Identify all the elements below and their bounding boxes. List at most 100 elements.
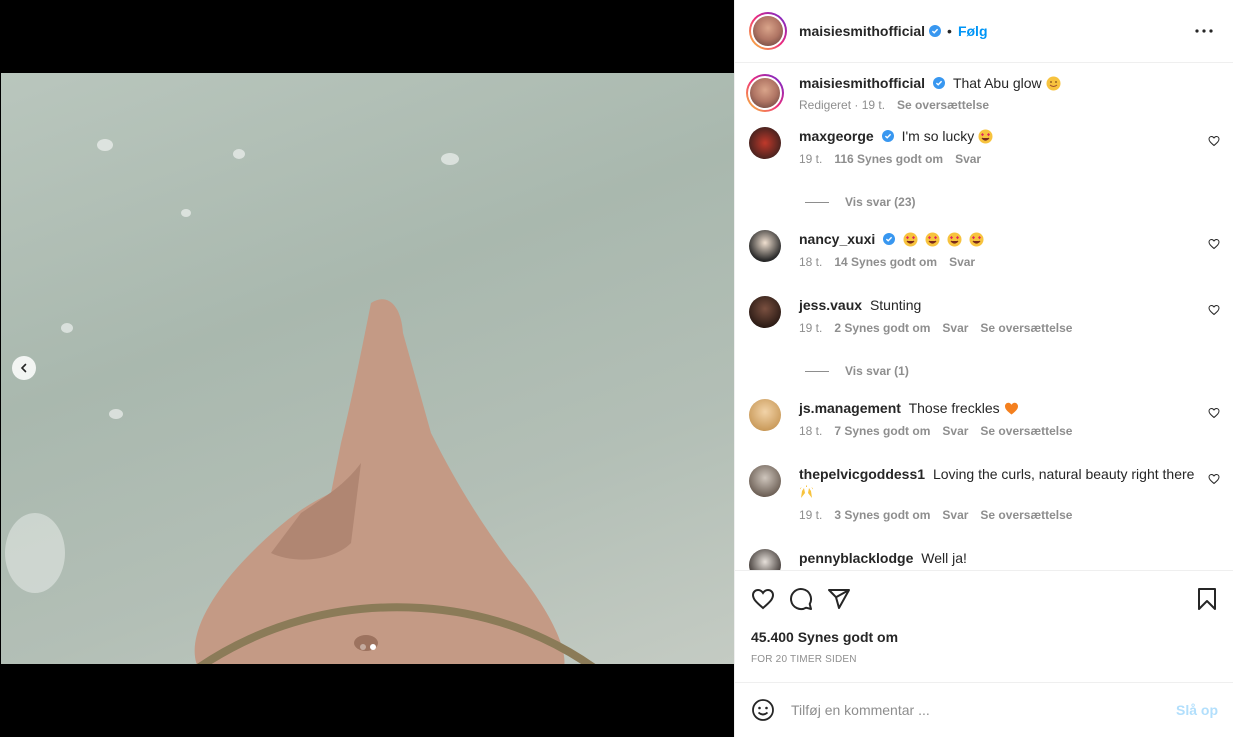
post-actions: 45.400 Synes godt om FOR 20 TIMER SIDEN (735, 570, 1233, 665)
translate-link[interactable]: Se oversættelse (980, 321, 1072, 335)
caption-text: That Abu glow (952, 75, 1042, 91)
post-side-panel: maisiesmithofficial • Følg maisiesmithof… (734, 0, 1233, 737)
more-options-icon[interactable] (1195, 29, 1213, 33)
water-highlight (5, 513, 65, 593)
emoji-icon[interactable] (751, 698, 775, 722)
post-time-ago: FOR 20 TIMER SIDEN (751, 654, 857, 665)
heart-icon[interactable] (1208, 407, 1220, 419)
comment-likes[interactable]: 2 Synes godt om (834, 321, 930, 335)
commenter-avatar[interactable] (749, 127, 781, 159)
reply-button[interactable]: Svar (942, 321, 968, 335)
verified-icon (881, 130, 894, 142)
orange-heart-emoji-icon (1004, 402, 1018, 415)
legs-illustration (194, 299, 596, 664)
translate-link[interactable]: Se oversættelse (980, 508, 1072, 522)
carousel-indicator (360, 644, 376, 650)
post-header: maisiesmithofficial • Følg (735, 0, 1233, 63)
comment-text: Stunting (869, 297, 922, 313)
post-viewer: maisiesmithofficial • Følg maisiesmithof… (0, 0, 1233, 737)
caption-username[interactable]: maisiesmithofficial (799, 75, 925, 91)
replies-line (805, 370, 829, 372)
carousel-dot (360, 644, 366, 650)
comment-likes[interactable]: 7 Synes godt om (834, 424, 930, 438)
comment-time: 19 t. (799, 152, 823, 166)
comment-text: Loving the curls, natural beauty right t… (932, 466, 1195, 482)
smiling-face-emoji-icon (1046, 76, 1061, 91)
reply-button[interactable]: Svar (955, 152, 981, 166)
post-comment-button[interactable]: Slå op (1176, 702, 1218, 718)
likes-count[interactable]: 45.400 Synes godt om (751, 629, 1218, 645)
follow-button[interactable]: Følg (958, 23, 988, 39)
comment-likes[interactable]: 116 Synes godt om (834, 152, 943, 166)
verified-icon (929, 25, 942, 37)
verified-icon (933, 77, 946, 89)
reply-button[interactable]: Svar (942, 508, 968, 522)
caption-edited-time: Redigeret · 19 t. (799, 98, 886, 112)
bookmark-icon[interactable] (1196, 587, 1218, 611)
commenter-username[interactable]: pennyblacklodge (799, 550, 913, 566)
comment-time: 18 t. (799, 255, 823, 269)
like-heart-icon[interactable] (751, 587, 775, 611)
comment-time: 19 t. (799, 508, 823, 522)
water-highlight (441, 153, 459, 165)
heart-icon[interactable] (1208, 473, 1220, 485)
replies-line (805, 201, 829, 203)
comment-item: thepelvicgoddess1 Loving the curls, natu… (749, 465, 1220, 549)
comment-likes[interactable]: 14 Synes godt om (834, 255, 937, 269)
carousel-dot-active (370, 644, 376, 650)
commenter-avatar[interactable] (749, 465, 781, 497)
water-highlight (181, 209, 191, 217)
author-username[interactable]: maisiesmithofficial (799, 23, 925, 39)
comments-list[interactable]: maisiesmithofficial That Abu glow Redige… (735, 63, 1233, 570)
comment-item: js.management Those freckles 18 t. 7 Syn… (749, 399, 1220, 465)
water-highlight (97, 139, 113, 151)
view-replies-button[interactable]: Vis svar (23) (805, 182, 1220, 222)
post-image[interactable] (1, 73, 734, 664)
comment-text: I'm so lucky (901, 128, 975, 144)
separator-dot: • (947, 23, 952, 39)
comment-text: Well ja! (921, 550, 967, 566)
view-replies-label: Vis svar (23) (845, 195, 916, 209)
heart-icon[interactable] (1208, 304, 1220, 316)
chevron-left-icon (20, 363, 27, 373)
raising-hands-emoji-icon (799, 485, 814, 498)
commenter-avatar[interactable] (749, 399, 781, 431)
comment-icon[interactable] (789, 587, 813, 611)
commenter-avatar[interactable] (749, 296, 781, 328)
heart-icon[interactable] (1208, 238, 1220, 250)
commenter-username[interactable]: thepelvicgoddess1 (799, 466, 925, 482)
comment-item: jess.vaux Stunting 19 t. 2 Synes godt om… (749, 296, 1220, 351)
heart-eyes-emoji-icon (978, 129, 993, 144)
verified-icon (883, 233, 896, 245)
comment-time: 18 t. (799, 424, 823, 438)
comment-item: pennyblacklodge Well ja! (749, 549, 1220, 570)
view-replies-button[interactable]: Vis svar (1) (805, 351, 1220, 391)
reply-button[interactable]: Svar (942, 424, 968, 438)
comment-text: Those freckles (908, 400, 1000, 416)
commenter-avatar[interactable] (749, 230, 781, 262)
commenter-username[interactable]: maxgeorge (799, 128, 874, 144)
translate-link[interactable]: Se oversættelse (980, 424, 1072, 438)
comment-input[interactable] (791, 702, 1176, 718)
comment-item: maxgeorge I'm so lucky 19 t. 116 Synes g… (749, 127, 1220, 182)
author-avatar[interactable] (749, 12, 787, 50)
caption-translate-link[interactable]: Se oversættelse (897, 98, 989, 112)
commenter-username[interactable]: js.management (799, 400, 901, 416)
heart-icon[interactable] (1208, 135, 1220, 147)
water-highlight (233, 149, 245, 159)
comment-likes[interactable]: 3 Synes godt om (834, 508, 930, 522)
heart-eyes-emoji-icon (903, 232, 918, 247)
heart-eyes-emoji-icon (969, 232, 984, 247)
heart-eyes-emoji-icon (925, 232, 940, 247)
carousel-prev-button[interactable] (12, 356, 36, 380)
reply-button[interactable]: Svar (949, 255, 975, 269)
commenter-username[interactable]: nancy_xuxi (799, 231, 875, 247)
comment-time: 19 t. (799, 321, 823, 335)
commenter-avatar[interactable] (749, 549, 781, 570)
commenter-username[interactable]: jess.vaux (799, 297, 862, 313)
add-comment-bar: Slå op (735, 682, 1233, 737)
water-highlight (61, 323, 73, 333)
share-icon[interactable] (827, 587, 851, 611)
caption-avatar[interactable] (746, 74, 784, 112)
header-user: maisiesmithofficial • Følg (799, 23, 988, 39)
